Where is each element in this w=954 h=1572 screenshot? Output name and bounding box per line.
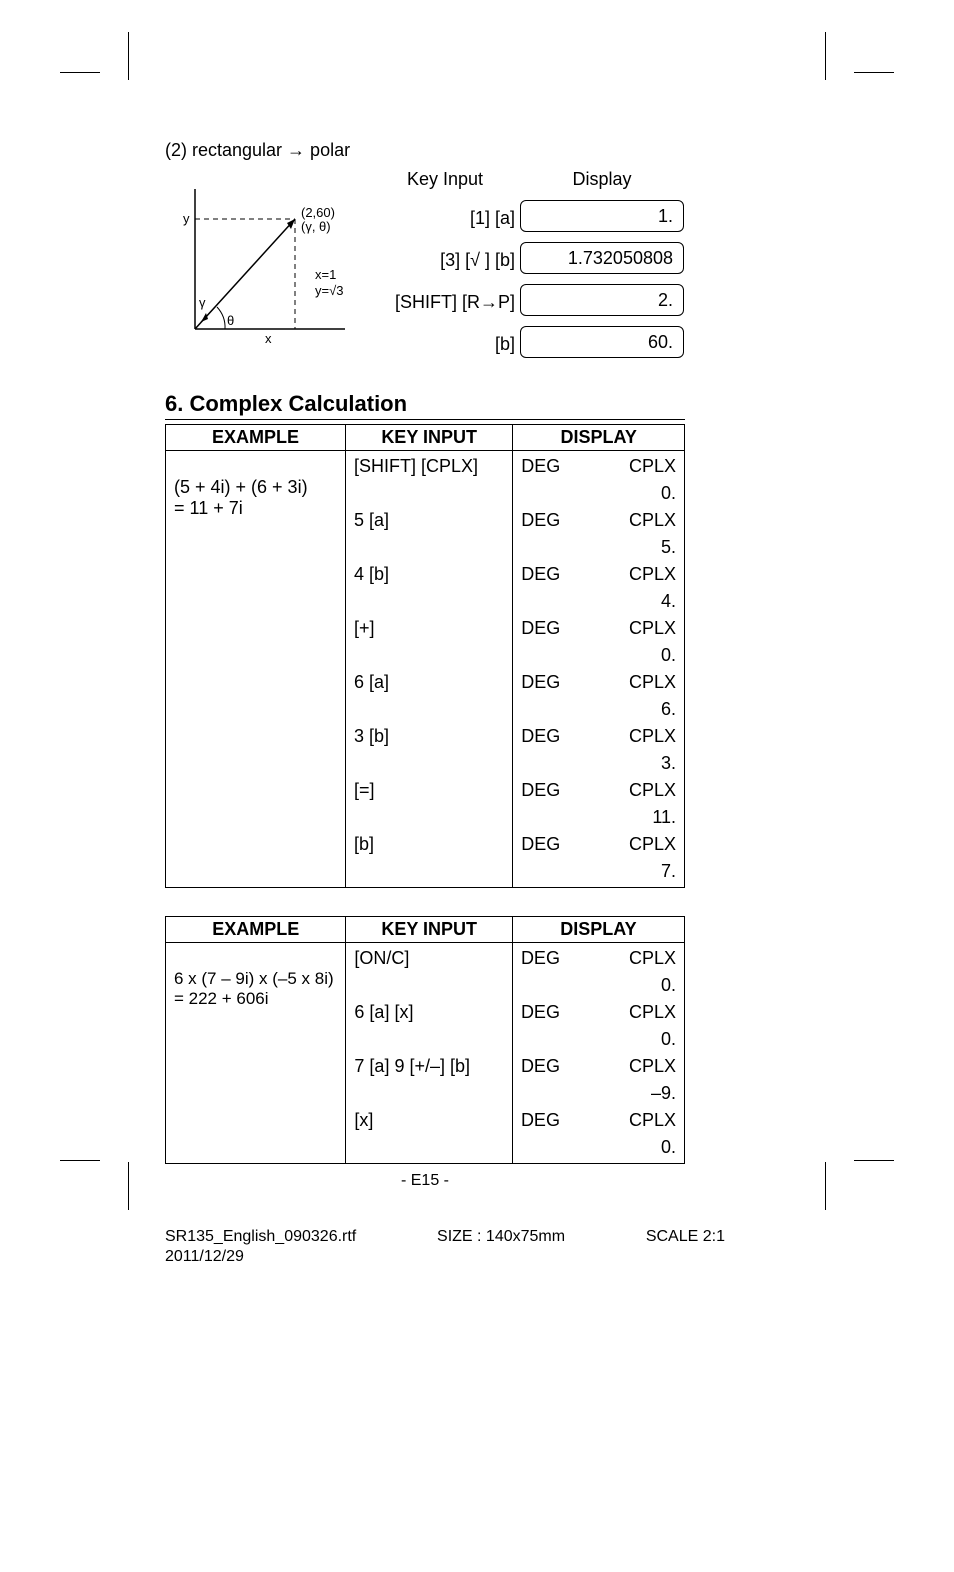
key-step: 7 [a] 9 [+/–] [b]	[354, 1053, 504, 1080]
footer-date: 2011/12/29	[165, 1248, 244, 1266]
y-axis-label: y	[183, 211, 190, 226]
key-step: 6 [a]	[354, 669, 504, 696]
display-value: 0.	[521, 972, 676, 999]
key-step: [+]	[354, 615, 504, 642]
key-input-row: [1] [a]	[375, 202, 515, 244]
display-value: 0.	[521, 1026, 676, 1053]
example-line: (5 + 4i) + (6 + 3i)	[174, 477, 337, 498]
example-cell: (5 + 4i) + (6 + 3i) = 11 + 7i	[166, 451, 346, 888]
table-header: EXAMPLE	[166, 425, 346, 451]
display-mode-line: DEGCPLX	[521, 507, 676, 534]
display-header: Display	[520, 169, 684, 190]
display-value: 0.	[521, 642, 676, 669]
crop-mark	[825, 32, 826, 80]
footer-file: SR135_English_090326.rtf	[165, 1228, 356, 1246]
key-step: 6 [a] [x]	[354, 999, 504, 1026]
display-mode-line: DEGCPLX	[521, 831, 676, 858]
display-value: 11.	[521, 804, 676, 831]
key-input-row: [SHIFT] [R→P]	[375, 286, 515, 328]
rect-polar-section: y x (2,60) (γ, θ) x=1 y=√3 γ θ Key Input…	[165, 169, 685, 379]
key-input-column: Key Input [1] [a] [3] [√ ] [b] [SHIFT] […	[375, 169, 515, 370]
key-step: 5 [a]	[354, 507, 504, 534]
table-header: EXAMPLE	[166, 917, 346, 943]
display-mode-line: DEGCPLX	[521, 777, 676, 804]
display-value: 3.	[521, 750, 676, 777]
coordinate-diagram: y x (2,60) (γ, θ) x=1 y=√3 γ θ	[175, 179, 365, 359]
display-box: 1.732050808	[520, 242, 684, 274]
table-header: KEY INPUT	[346, 425, 513, 451]
key-step: 3 [b]	[354, 723, 504, 750]
display-mode-line: DEGCPLX	[521, 669, 676, 696]
crop-mark	[854, 1160, 894, 1161]
key-step: [ON/C]	[354, 945, 504, 972]
display-box: 1.	[520, 200, 684, 232]
x-eq: x=1	[315, 267, 336, 282]
footer: SR135_English_090326.rtf SIZE : 140x75mm…	[165, 1228, 725, 1246]
table-header: DISPLAY	[512, 917, 684, 943]
complex-table-1: EXAMPLE KEY INPUT DISPLAY (5 + 4i) + (6 …	[165, 424, 685, 888]
key-input-row: [3] [√ ] [b]	[375, 244, 515, 286]
display-value: 4.	[521, 588, 676, 615]
key-step: [b]	[354, 831, 504, 858]
display-mode-line: DEGCPLX	[521, 945, 676, 972]
crop-mark	[825, 1162, 826, 1210]
display-value: 5.	[521, 534, 676, 561]
section-heading: 6. Complex Calculation	[165, 391, 685, 420]
example-line: 6 x (7 – 9i) x (–5 x 8i)	[174, 969, 337, 989]
footer-scale: SCALE 2:1	[646, 1228, 725, 1246]
crop-mark	[128, 1162, 129, 1210]
example-line: = 11 + 7i	[174, 498, 337, 519]
display-column: Display 1. 1.732050808 2. 60.	[520, 169, 684, 368]
intro-text: (2) rectangular → polar	[165, 140, 685, 161]
key-step: [x]	[354, 1107, 504, 1134]
display-cell: DEGCPLX0.DEGCPLX0.DEGCPLX–9.DEGCPLX0.	[512, 943, 684, 1164]
display-value: 0.	[521, 480, 676, 507]
page-content: (2) rectangular → polar y x (2,60) (γ, θ…	[165, 140, 685, 1190]
gamma-label: γ	[199, 295, 206, 310]
display-mode-line: DEGCPLX	[521, 561, 676, 588]
display-mode-line: DEGCPLX	[521, 999, 676, 1026]
key-step: [=]	[354, 777, 504, 804]
point-label-top: (2,60)	[301, 205, 335, 220]
key-input-row: [b]	[375, 328, 515, 370]
key-step: [SHIFT] [CPLX]	[354, 453, 504, 480]
crop-mark	[60, 72, 100, 73]
key-input-header: Key Input	[375, 169, 515, 190]
theta-label: θ	[227, 313, 234, 328]
footer-size: SIZE : 140x75mm	[437, 1228, 565, 1246]
display-mode-line: DEGCPLX	[521, 615, 676, 642]
crop-mark	[128, 32, 129, 80]
crop-mark	[60, 1160, 100, 1161]
display-cell: DEGCPLX0.DEGCPLX5.DEGCPLX4.DEGCPLX0.DEGC…	[513, 451, 685, 888]
key-step: 4 [b]	[354, 561, 504, 588]
y-eq: y=√3	[315, 283, 343, 298]
example-cell: 6 x (7 – 9i) x (–5 x 8i) = 222 + 606i	[166, 943, 346, 1164]
display-value: 7.	[521, 858, 676, 885]
display-mode-line: DEGCPLX	[521, 1053, 676, 1080]
display-value: 0.	[521, 1134, 676, 1161]
table-header: KEY INPUT	[346, 917, 513, 943]
complex-table-2: EXAMPLE KEY INPUT DISPLAY 6 x (7 – 9i) x…	[165, 916, 685, 1164]
example-line: = 222 + 606i	[174, 989, 337, 1009]
page-number: - E15 -	[165, 1172, 685, 1190]
display-box: 60.	[520, 326, 684, 358]
crop-mark	[854, 72, 894, 73]
display-mode-line: DEGCPLX	[521, 453, 676, 480]
display-mode-line: DEGCPLX	[521, 723, 676, 750]
table-header: DISPLAY	[513, 425, 685, 451]
display-mode-line: DEGCPLX	[521, 1107, 676, 1134]
display-box: 2.	[520, 284, 684, 316]
display-value: 6.	[521, 696, 676, 723]
key-input-cell: [SHIFT] [CPLX] 5 [a] 4 [b] [+] 6 [a] 3 […	[346, 451, 513, 888]
display-value: –9.	[521, 1080, 676, 1107]
point-label-bot: (γ, θ)	[301, 219, 331, 234]
x-axis-label: x	[265, 331, 272, 346]
key-input-cell: [ON/C] 6 [a] [x] 7 [a] 9 [+/–] [b] [x]	[346, 943, 513, 1164]
